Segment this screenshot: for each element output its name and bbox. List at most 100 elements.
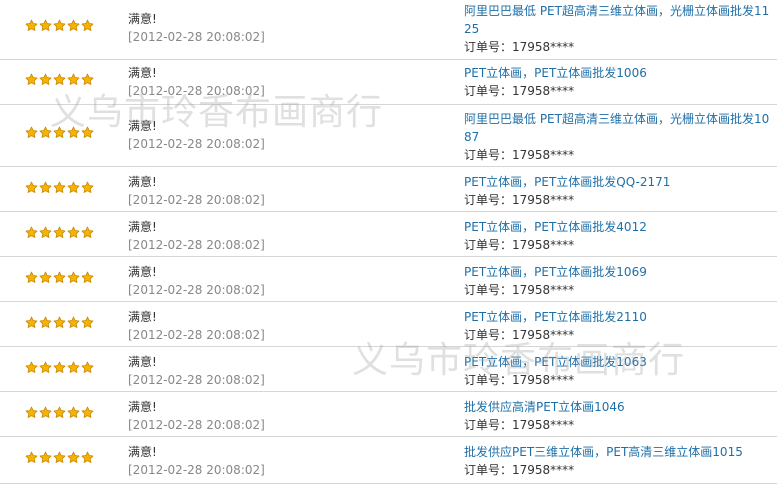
product-link[interactable]: PET立体画，PET立体画批发4012 [464, 218, 776, 236]
star-icon [25, 73, 38, 85]
review-comment: 满意! [128, 175, 157, 189]
review-row: 满意! [2012-02-28 20:08:02] PET立体画，PET立体画批发1… [0, 347, 777, 392]
star-icon [39, 451, 52, 463]
star-icon [81, 316, 94, 328]
star-icon [81, 73, 94, 85]
product-link[interactable]: PET立体画，PET立体画批发1063 [464, 353, 776, 371]
star-icon [81, 451, 94, 463]
star-icon [25, 271, 38, 283]
review-row: 满意! [2012-02-28 20:08:02] PET立体画，PET立体画批发1… [0, 60, 777, 105]
star-icon [81, 406, 94, 418]
star-icon [67, 126, 80, 138]
product-link[interactable]: 阿里巴巴最低 PET超高清三维立体画，光栅立体画批发1125 [464, 2, 776, 38]
star-icon [39, 126, 52, 138]
star-icon [39, 19, 52, 31]
review-comment: 满意! [128, 445, 157, 459]
order-number: 订单号：17958**** [464, 418, 575, 432]
order-number: 订单号：17958**** [464, 463, 575, 477]
review-comment: 满意! [128, 400, 157, 414]
review-row: 满意! [2012-02-28 20:08:02] 批发供应PET三维立体画，PET… [0, 437, 777, 484]
star-icon [81, 126, 94, 138]
review-comment: 满意! [128, 12, 157, 26]
order-number: 订单号：17958**** [464, 328, 575, 342]
star-icon [81, 19, 94, 31]
star-icon [81, 271, 94, 283]
review-row: 满意! [2012-02-28 20:08:02] PET立体画，PET立体画批发1… [0, 257, 777, 302]
review-comment: 满意! [128, 119, 157, 133]
review-row: 满意! [2012-02-28 20:08:02] 批发供应高清PET立体画1046… [0, 392, 777, 437]
star-rating [25, 19, 95, 32]
review-comment: 满意! [128, 220, 157, 234]
star-icon [39, 226, 52, 238]
product-link[interactable]: 阿里巴巴最低 PET超高清三维立体画，光栅立体画批发1087 [464, 110, 776, 146]
star-icon [25, 126, 38, 138]
star-icon [39, 181, 52, 193]
star-icon [25, 361, 38, 373]
star-icon [25, 406, 38, 418]
star-rating [25, 271, 95, 284]
star-icon [67, 316, 80, 328]
star-icon [39, 271, 52, 283]
star-icon [67, 19, 80, 31]
review-comment: 满意! [128, 355, 157, 369]
star-icon [25, 181, 38, 193]
review-comment: 满意! [128, 66, 157, 80]
star-icon [67, 181, 80, 193]
star-rating [25, 226, 95, 239]
product-link[interactable]: PET立体画，PET立体画批发QQ-2171 [464, 173, 776, 191]
star-icon [67, 226, 80, 238]
star-icon [67, 361, 80, 373]
review-row: 满意! [2012-02-28 20:08:02] 阿里巴巴最低 PET超高清三维立… [0, 0, 777, 60]
star-rating [25, 126, 95, 139]
star-icon [81, 226, 94, 238]
order-number: 订单号：17958**** [464, 84, 575, 98]
product-link[interactable]: PET立体画，PET立体画批发1069 [464, 263, 776, 281]
star-rating [25, 73, 95, 86]
review-date: [2012-02-28 20:08:02] [128, 193, 265, 207]
star-rating [25, 181, 95, 194]
review-comment: 满意! [128, 310, 157, 324]
star-rating [25, 406, 95, 419]
review-date: [2012-02-28 20:08:02] [128, 463, 265, 477]
review-comment: 满意! [128, 265, 157, 279]
star-icon [53, 271, 66, 283]
star-icon [81, 181, 94, 193]
review-row: 满意! [2012-02-28 20:08:02] PET立体画，PET立体画批发2… [0, 302, 777, 347]
review-date: [2012-02-28 20:08:02] [128, 84, 265, 98]
star-icon [39, 361, 52, 373]
product-link[interactable]: 批发供应高清PET立体画1046 [464, 398, 776, 416]
star-icon [67, 451, 80, 463]
star-icon [53, 126, 66, 138]
star-icon [67, 406, 80, 418]
star-icon [53, 406, 66, 418]
star-icon [39, 406, 52, 418]
star-icon [53, 226, 66, 238]
star-icon [53, 73, 66, 85]
review-date: [2012-02-28 20:08:02] [128, 30, 265, 44]
product-link[interactable]: PET立体画，PET立体画批发1006 [464, 64, 776, 82]
star-icon [53, 361, 66, 373]
star-icon [67, 271, 80, 283]
review-row: 满意! [2012-02-28 20:08:02] 阿里巴巴最低 PET超高清三维立… [0, 105, 777, 167]
star-icon [25, 316, 38, 328]
review-row: 满意! [2012-02-28 20:08:02] PET立体画，PET立体画批发Q… [0, 167, 777, 212]
review-date: [2012-02-28 20:08:02] [128, 238, 265, 252]
star-icon [53, 19, 66, 31]
product-link[interactable]: 批发供应PET三维立体画，PET高清三维立体画1015 [464, 443, 776, 461]
review-date: [2012-02-28 20:08:02] [128, 373, 265, 387]
star-icon [25, 19, 38, 31]
review-date: [2012-02-28 20:08:02] [128, 283, 265, 297]
review-date: [2012-02-28 20:08:02] [128, 328, 265, 342]
order-number: 订单号：17958**** [464, 373, 575, 387]
star-icon [67, 73, 80, 85]
review-row: 满意! [2012-02-28 20:08:02] PET立体画，PET立体画批发4… [0, 212, 777, 257]
order-number: 订单号：17958**** [464, 283, 575, 297]
order-number: 订单号：17958**** [464, 148, 575, 162]
order-number: 订单号：17958**** [464, 40, 575, 54]
order-number: 订单号：17958**** [464, 193, 575, 207]
star-icon [53, 181, 66, 193]
star-rating [25, 361, 95, 374]
star-icon [81, 361, 94, 373]
order-number: 订单号：17958**** [464, 238, 575, 252]
product-link[interactable]: PET立体画，PET立体画批发2110 [464, 308, 776, 326]
